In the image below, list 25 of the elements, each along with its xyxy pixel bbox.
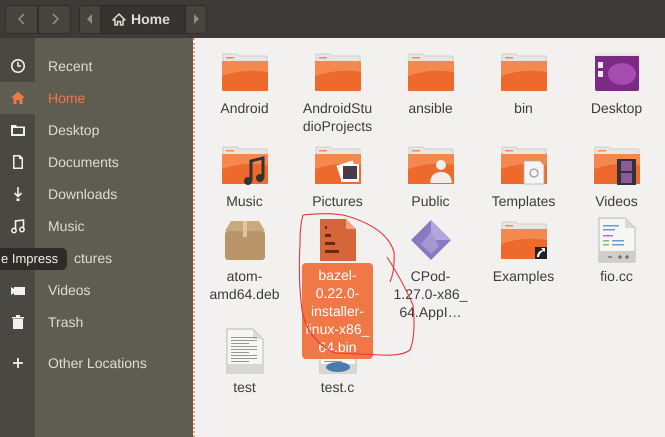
file-name[interactable]: Examples <box>490 267 558 285</box>
file-name[interactable]: Videos <box>592 192 641 210</box>
sidebar-item[interactable]: Other Locations <box>0 347 193 379</box>
sidebar-item[interactable]: Recent <box>0 50 193 82</box>
file-name[interactable]: AndroidStu dioProjects <box>300 99 376 135</box>
file-name[interactable]: test <box>230 378 259 396</box>
sidebar-item[interactable]: Downloads <box>0 178 193 210</box>
sidebar-item[interactable]: Documents <box>0 146 193 178</box>
file-name[interactable]: Pictures <box>309 192 366 210</box>
sidebar-item[interactable]: Music <box>0 210 193 242</box>
file-name[interactable]: atom- amd64.deb <box>206 267 283 303</box>
file-name[interactable]: fio.cc <box>597 267 636 285</box>
file-name[interactable]: Public <box>408 192 453 210</box>
file-name[interactable]: test.c <box>318 378 358 396</box>
file-name[interactable]: Templates <box>488 192 558 210</box>
tooltip: e Impress <box>0 248 68 270</box>
file-name[interactable]: Desktop <box>588 99 646 117</box>
file-name[interactable]: ansible <box>405 99 456 117</box>
file-name[interactable]: Android <box>217 99 272 117</box>
file-name[interactable]: Music <box>223 192 266 210</box>
file-name[interactable]: bin <box>511 99 536 117</box>
path-button[interactable]: Home <box>101 4 185 34</box>
sidebar-item[interactable]: Videos <box>0 274 193 306</box>
sidebar-item[interactable]: Trash <box>0 306 193 338</box>
sidebar-item[interactable]: Desktop <box>0 114 193 146</box>
